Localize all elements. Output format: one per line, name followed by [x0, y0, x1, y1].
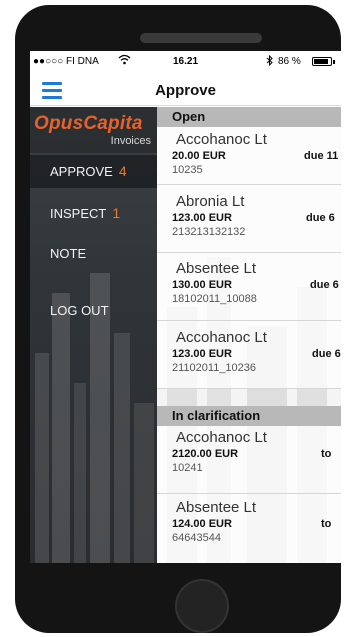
speaker-grille	[140, 33, 262, 43]
invoice-reference: 10241	[172, 462, 203, 474]
invoice-vendor: Absentee Lt	[176, 499, 257, 516]
invoice-amount: 123.00 EUR	[172, 348, 232, 360]
battery-tip	[333, 60, 335, 64]
section-header-in-clarification: In clarification	[157, 406, 341, 426]
bluetooth-icon	[266, 54, 273, 69]
invoice-due-date: to	[321, 448, 332, 460]
invoice-reference: 18102011_10088	[172, 293, 257, 305]
sidebar-menu: OpusCapita Invoices APPROVE 4 INSPECT 1 NO…	[30, 107, 157, 563]
invoice-due-date: due 6	[310, 279, 339, 291]
sidebar-item-note[interactable]: NOTE	[30, 237, 157, 270]
invoice-vendor: Abronia Lt	[176, 193, 245, 210]
sidebar-item-approve[interactable]: APPROVE 4	[30, 155, 157, 188]
sidebar-item-label: LOG OUT	[50, 303, 109, 318]
home-button[interactable]	[175, 579, 229, 633]
battery-icon	[312, 57, 332, 66]
invoice-reference: 10235	[172, 164, 203, 176]
invoice-amount: 130.00 EUR	[172, 279, 232, 291]
status-bar: ●●○○○ FI DNA 16.21 86 %	[30, 51, 341, 73]
wifi-icon	[118, 54, 131, 68]
battery-level-fill	[314, 59, 328, 64]
logo-subtitle: Invoices	[110, 135, 151, 147]
city-skyline-background	[35, 273, 154, 563]
invoice-due-date: to	[321, 518, 332, 530]
app-screen: ●●○○○ FI DNA 16.21 86 % Approve OpusCapi…	[30, 51, 341, 563]
clock: 16.21	[173, 56, 199, 67]
invoice-reference: 21102011_10236	[172, 362, 257, 374]
invoice-due-date: due 6	[312, 348, 341, 360]
invoice-amount: 123.00 EUR	[172, 212, 232, 224]
invoice-vendor: Accohanoc Lt	[176, 131, 267, 148]
invoice-reference: 64643544	[172, 532, 221, 544]
invoice-reference: 213213132132	[172, 226, 246, 238]
sidebar-item-label: NOTE	[50, 246, 87, 261]
invoice-vendor: Accohanoc Lt	[176, 329, 267, 346]
carrier-label: ●●○○○ FI DNA	[33, 56, 99, 67]
invoice-row[interactable]: Accohanoc Lt 123.00 EUR due 6 21102011_1…	[157, 321, 341, 389]
invoice-row[interactable]: Absentee Lt 130.00 EUR due 6 18102011_10…	[157, 253, 341, 321]
invoice-row[interactable]: Accohanoc Lt 2120.00 EUR to 10241	[157, 426, 341, 494]
section-header-open: Open	[157, 107, 341, 127]
inspect-count-badge: 1	[112, 205, 121, 221]
invoice-due-date: due 6	[306, 212, 335, 224]
logo-text: OpusCapita	[34, 113, 143, 134]
invoice-row[interactable]: Abronia Lt 123.00 EUR due 6 213213132132	[157, 185, 341, 253]
invoice-row[interactable]: Absentee Lt 124.00 EUR to 64643544	[157, 494, 341, 563]
invoice-vendor: Absentee Lt	[176, 260, 257, 277]
invoice-amount: 20.00 EUR	[172, 150, 226, 162]
navigation-bar: Approve	[30, 73, 341, 106]
sidebar-item-label: APPROVE	[50, 164, 113, 179]
invoice-amount: 124.00 EUR	[172, 518, 232, 530]
invoice-due-date: due 11	[304, 150, 339, 162]
page-title: Approve	[155, 82, 216, 99]
invoice-list: Open Accohanoc Lt 20.00 EUR due 11 10235…	[157, 107, 341, 563]
invoice-vendor: Accohanoc Lt	[176, 429, 267, 446]
invoice-row[interactable]: Accohanoc Lt 20.00 EUR due 11 10235	[157, 127, 341, 185]
invoice-amount: 2120.00 EUR	[172, 448, 239, 460]
sidebar-item-label: INSPECT	[50, 206, 107, 221]
approve-count-badge: 4	[118, 163, 127, 179]
sidebar-item-logout[interactable]: LOG OUT	[30, 294, 157, 327]
battery-percentage: 86 %	[278, 56, 301, 67]
sidebar-item-inspect[interactable]: INSPECT 1	[30, 197, 157, 230]
brand-logo: OpusCapita Invoices	[30, 107, 157, 153]
